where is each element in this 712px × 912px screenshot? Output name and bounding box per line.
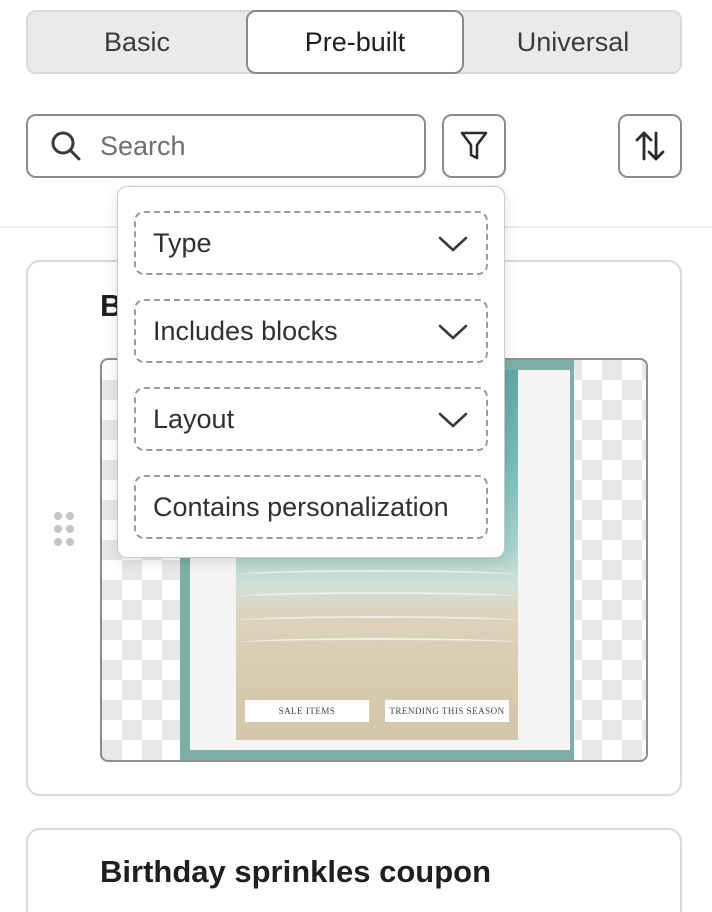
filter-option-label: Includes blocks xyxy=(153,315,338,346)
search-icon xyxy=(51,131,81,161)
tab-universal[interactable]: Universal xyxy=(464,10,682,74)
chevron-down-icon xyxy=(438,412,468,428)
filter-option-label: Layout xyxy=(153,403,235,434)
filter-includes-blocks[interactable]: Includes blocks xyxy=(134,299,488,363)
search-box[interactable] xyxy=(26,114,426,178)
preview-sale-items-button: SALE ITEMS xyxy=(245,700,369,722)
filter-button[interactable] xyxy=(442,114,506,178)
preview-trending-button: TRENDING THIS SEASON xyxy=(385,700,509,722)
filter-layout[interactable]: Layout xyxy=(134,387,488,451)
filter-popover: Type Includes blocks Layout Contains per… xyxy=(117,186,505,558)
drag-handle-icon[interactable] xyxy=(54,512,78,548)
filter-option-label: Type xyxy=(153,227,212,258)
chevron-down-icon xyxy=(438,324,468,340)
tab-basic[interactable]: Basic xyxy=(28,10,246,74)
filter-contains-personalization[interactable]: Contains personalization xyxy=(134,475,488,539)
search-input[interactable] xyxy=(100,126,410,166)
filter-type[interactable]: Type xyxy=(134,211,488,275)
sort-arrows-icon xyxy=(635,131,665,161)
filter-option-label: Contains personalization xyxy=(153,491,449,522)
chevron-down-icon xyxy=(438,236,468,252)
template-title: Birthday sprinkles coupon xyxy=(100,854,492,889)
template-type-tabs: Basic Pre-built Universal xyxy=(26,10,682,74)
filter-funnel-icon xyxy=(460,131,488,160)
sort-button[interactable] xyxy=(618,114,682,178)
template-card[interactable]: Birthday sprinkles coupon xyxy=(26,828,682,912)
tab-pre-built[interactable]: Pre-built xyxy=(246,10,464,74)
